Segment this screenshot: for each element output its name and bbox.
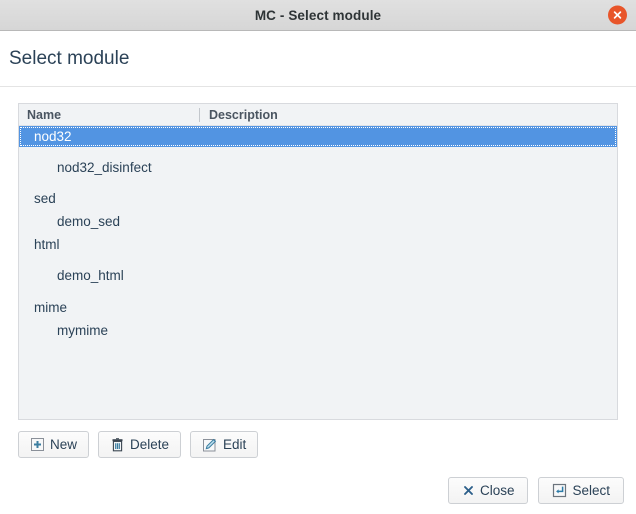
table-row[interactable]: nod32 <box>19 126 617 147</box>
column-header-description[interactable]: Description <box>199 107 617 122</box>
column-header-name[interactable]: Name <box>19 108 199 122</box>
module-list[interactable]: Name Description nod32 nod32_disinfect s… <box>18 103 618 420</box>
delete-button[interactable]: Delete <box>98 431 182 458</box>
enter-key-icon <box>553 483 567 498</box>
new-button[interactable]: New <box>18 431 90 458</box>
row-name: mymime <box>57 323 108 338</box>
close-icon <box>613 11 622 19</box>
row-name: html <box>34 237 60 252</box>
list-action-buttons: New Delete Edit <box>18 431 618 458</box>
close-button[interactable]: Close <box>447 477 529 504</box>
edit-button-label: Edit <box>223 437 247 452</box>
row-name: mime <box>34 300 67 315</box>
table-row[interactable]: html <box>19 234 617 255</box>
pencil-square-icon <box>203 438 217 451</box>
delete-button-label: Delete <box>130 437 170 452</box>
cross-icon <box>464 486 473 495</box>
window-title: MC - Select module <box>254 7 382 23</box>
row-name: nod32 <box>34 129 72 144</box>
select-button[interactable]: Select <box>538 477 624 504</box>
row-name: demo_sed <box>57 214 121 229</box>
plus-square-icon <box>31 438 44 451</box>
table-row[interactable]: sed <box>19 188 617 209</box>
row-name: nod32_disinfect <box>57 160 152 175</box>
close-button-label: Close <box>479 483 515 498</box>
edit-button[interactable]: Edit <box>190 431 259 458</box>
page-title: Select module <box>9 47 130 69</box>
table-row[interactable]: demo_html <box>19 265 617 286</box>
table-row[interactable]: mymime <box>19 320 617 341</box>
dialog-footer: Close Select <box>447 477 624 504</box>
table-row[interactable]: mime <box>19 297 617 318</box>
new-button-label: New <box>50 437 78 452</box>
list-column-headers: Name Description <box>19 104 617 126</box>
close-window-button[interactable] <box>608 5 627 25</box>
table-row[interactable]: nod32_disinfect <box>19 157 617 178</box>
table-row[interactable]: demo_sed <box>19 211 617 232</box>
row-name: sed <box>34 191 56 206</box>
window-titlebar: MC - Select module <box>0 0 636 31</box>
trash-icon <box>112 438 123 452</box>
dialog-header: Select module <box>0 31 636 87</box>
dialog-content: Name Description nod32 nod32_disinfect s… <box>0 87 636 458</box>
select-button-label: Select <box>572 483 610 498</box>
row-name: demo_html <box>57 268 124 283</box>
